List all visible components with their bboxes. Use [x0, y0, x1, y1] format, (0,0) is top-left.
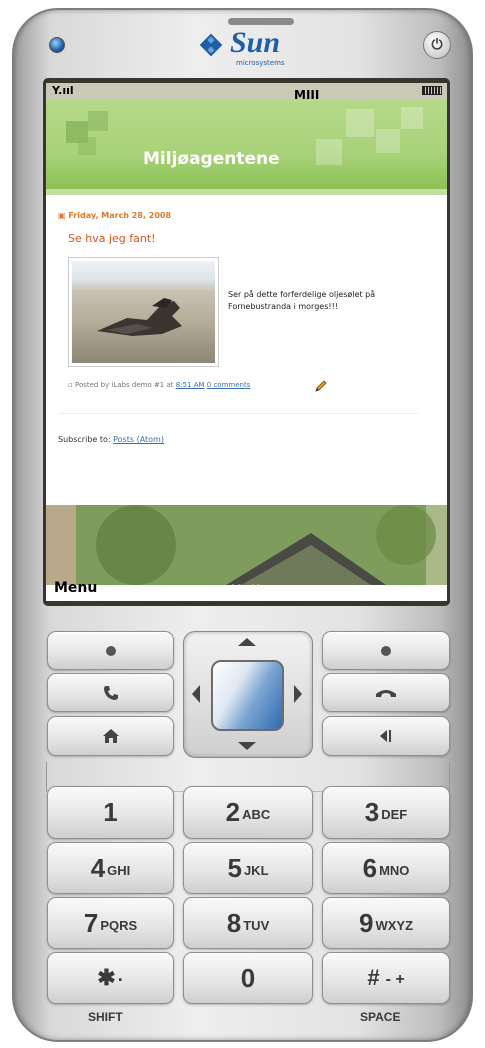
key-9-letters: WXYZ — [375, 917, 414, 933]
comments-link[interactable]: 0 comments — [207, 381, 251, 389]
sun-logo: Sun microsystems — [196, 26, 306, 70]
dpad-up-arrow-icon[interactable] — [236, 636, 258, 648]
hang-up-icon — [376, 689, 396, 697]
key-0-number: 0 — [240, 962, 256, 993]
key-4-letters: GHI — [107, 862, 131, 878]
key-5-number: 5 — [227, 852, 242, 883]
footer-posted-by: Posted by iLabs demo #1 at — [74, 381, 174, 389]
post-title[interactable]: Se hva jeg fant! — [68, 232, 156, 245]
footer-icon: ▫ — [68, 381, 75, 389]
menu-softkey[interactable]: Menu — [54, 580, 97, 596]
phone-screen: Y.ııl MIII Miljøagentene ▣ Friday, March… — [46, 83, 447, 601]
dot-icon — [105, 645, 116, 656]
key-0[interactable]: 0 — [183, 952, 313, 1004]
post-divider — [58, 413, 418, 414]
dot-icon — [381, 645, 391, 656]
key-1-number: 1 — [103, 797, 118, 827]
key-5[interactable]: 5 JKL — [183, 842, 313, 894]
camera-lens-icon — [49, 37, 65, 53]
softkey-bar: Menu 06:40 — [46, 580, 447, 601]
subscribe-label: Subscribe to: — [58, 435, 111, 444]
sun-diamond-icon — [199, 33, 223, 57]
key-9[interactable]: 9 WXYZ — [322, 897, 450, 949]
post-body: Ser på dette forferdelige oljesølet på F… — [228, 290, 376, 311]
key-6-number: 6 — [362, 852, 378, 883]
key-2-number: 2 — [225, 797, 241, 827]
end-call-button[interactable] — [322, 673, 450, 712]
back-clear-button[interactable] — [322, 716, 450, 756]
header-divider — [46, 189, 447, 195]
space-label: SPACE — [360, 1010, 401, 1024]
key-2[interactable]: 2 ABC — [183, 786, 313, 839]
brand-name: Sun — [230, 26, 281, 59]
post-date-text: Friday, March 28, 2008 — [68, 211, 172, 220]
blog-title[interactable]: Miljøagentene — [143, 149, 280, 169]
phone-call-icon — [103, 685, 118, 700]
wallpaper-image — [46, 505, 447, 585]
key-7-number: 7 — [83, 907, 99, 938]
edit-pencil-icon[interactable] — [314, 379, 328, 393]
dpad-down-arrow-icon[interactable] — [236, 740, 258, 752]
call-button[interactable] — [47, 673, 174, 712]
oil-spill-photo — [72, 261, 215, 363]
key-3[interactable]: 3 DEF — [322, 786, 450, 839]
dpad-left-arrow-icon[interactable] — [190, 683, 202, 705]
status-bar: Y.ııl MIII — [46, 83, 447, 102]
post-date: ▣ Friday, March 28, 2008 — [58, 211, 172, 220]
dpad-select-button[interactable] — [211, 660, 284, 731]
key-star[interactable]: ✱ · — [47, 952, 174, 1004]
house-roof-image — [46, 505, 447, 585]
post-photo[interactable] — [68, 257, 219, 367]
home-icon — [102, 729, 119, 743]
key-3-letters: DEF — [381, 807, 408, 822]
back-arrow-icon — [380, 730, 391, 742]
key-star-letters: · — [117, 969, 124, 990]
post-footer: ▫ Posted by iLabs demo #1 at 8:51 AM 0 c… — [68, 381, 250, 389]
key-2-letters: ABC — [242, 807, 271, 822]
key-8-letters: TUV — [243, 917, 270, 933]
key-9-number: 9 — [358, 907, 374, 938]
power-button[interactable]: ⏻ — [423, 31, 451, 59]
right-softkey-button[interactable] — [322, 631, 450, 670]
key-1[interactable]: 1 — [47, 786, 174, 839]
key-hash-letters: - + — [385, 971, 405, 988]
shift-label: SHIFT — [88, 1010, 123, 1024]
clock-display: 06:40 — [230, 584, 263, 594]
subscribe-line: Subscribe to: Posts (Atom) — [58, 435, 164, 444]
key-7-letters: PQRS — [100, 917, 138, 933]
key-6[interactable]: 6 MNO — [322, 842, 450, 894]
key-8[interactable]: 8 TUV — [183, 897, 313, 949]
speaker-slot — [228, 18, 294, 25]
key-4-number: 4 — [90, 852, 106, 883]
key-8-number: 8 — [226, 907, 242, 938]
home-button[interactable] — [47, 716, 174, 756]
key-3-number: 3 — [364, 797, 380, 827]
key-5-letters: JKL — [243, 862, 269, 878]
key-hash[interactable]: # - + — [322, 952, 450, 1004]
battery-icon — [422, 86, 442, 95]
key-4[interactable]: 4 GHI — [47, 842, 174, 894]
dpad-right-arrow-icon[interactable] — [292, 683, 304, 705]
blog-header: Miljøagentene — [46, 99, 447, 189]
signal-strength-icon: Y.ııl — [52, 84, 74, 97]
key-hash-symbol: # — [367, 965, 380, 990]
oiled-bird-image — [97, 298, 182, 336]
key-6-letters: MNO — [379, 862, 410, 878]
post-time-link[interactable]: 8:51 AM — [176, 381, 205, 389]
key-star-symbol: ✱ — [97, 965, 116, 990]
subscribe-link[interactable]: Posts (Atom) — [113, 435, 164, 444]
brand-subtitle: microsystems — [236, 59, 285, 67]
key-7[interactable]: 7 PQRS — [47, 897, 174, 949]
left-softkey-button[interactable] — [47, 631, 174, 670]
